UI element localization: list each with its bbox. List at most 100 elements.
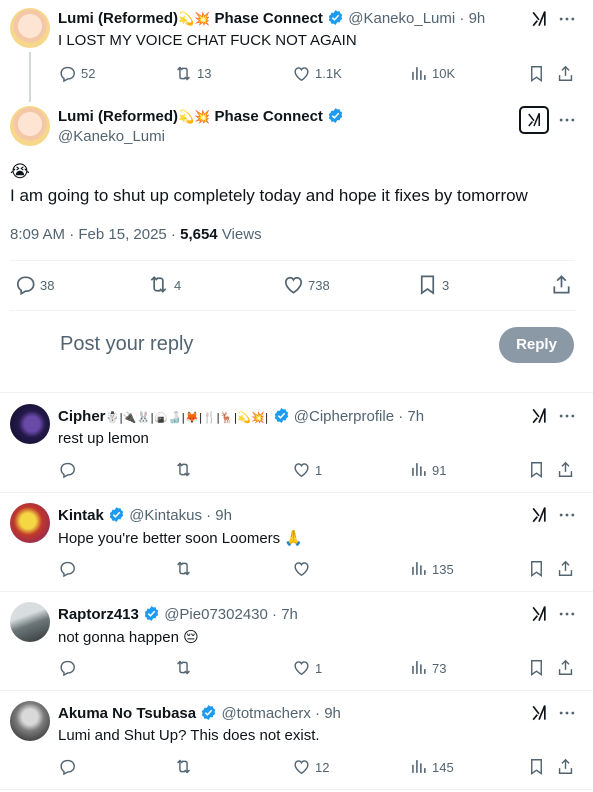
tweet-header: Raptorz413 @Pie07302430 · 7h bbox=[58, 605, 298, 623]
repost-icon[interactable] bbox=[174, 658, 193, 677]
bookmark-icon[interactable] bbox=[527, 460, 546, 479]
tweet-time[interactable]: · 7h bbox=[272, 606, 298, 623]
repost-icon[interactable] bbox=[174, 757, 193, 776]
like-count: 738 bbox=[308, 278, 330, 293]
thread-line bbox=[29, 52, 31, 102]
bookmark-count: 3 bbox=[442, 278, 450, 293]
avatar[interactable] bbox=[10, 106, 50, 146]
like-icon[interactable] bbox=[292, 658, 311, 677]
reply-icon[interactable] bbox=[58, 658, 77, 677]
affiliation-name[interactable]: Phase Connect bbox=[215, 10, 323, 27]
affiliation-name[interactable]: Phase Connect bbox=[215, 108, 323, 125]
tweet-header: Kintak @Kintakus · 9h bbox=[58, 506, 232, 524]
avatar[interactable] bbox=[10, 8, 50, 48]
repost-icon[interactable] bbox=[174, 460, 193, 479]
tweet-text: I am going to shut up completely today a… bbox=[10, 186, 528, 205]
tweet-header: Akuma No Tsubasa @totmacherx · 9h bbox=[58, 704, 341, 722]
repost-icon[interactable] bbox=[147, 273, 170, 296]
reply-icon[interactable] bbox=[14, 273, 37, 296]
like-count: 1 bbox=[315, 661, 323, 676]
bookmark-icon[interactable] bbox=[527, 559, 546, 578]
avatar[interactable] bbox=[10, 701, 50, 741]
like-icon[interactable] bbox=[282, 273, 305, 296]
author-handle[interactable]: @Kaneko_Lumi bbox=[348, 10, 455, 27]
repost-icon[interactable] bbox=[174, 64, 193, 83]
reply-icon[interactable] bbox=[58, 559, 77, 578]
tweet-time[interactable]: · 9h bbox=[315, 705, 341, 722]
share-icon[interactable] bbox=[556, 64, 575, 83]
views-icon[interactable] bbox=[409, 559, 428, 578]
author-name[interactable]: Raptorz413 bbox=[58, 606, 139, 623]
share-icon[interactable] bbox=[556, 757, 575, 776]
more-icon[interactable] bbox=[557, 604, 577, 624]
more-icon[interactable] bbox=[557, 9, 577, 29]
tweet-text: Lumi and Shut Up? This does not exist. bbox=[58, 727, 320, 744]
views-icon[interactable] bbox=[409, 658, 428, 677]
emoji-line: 😭 bbox=[10, 162, 30, 182]
more-icon[interactable] bbox=[557, 406, 577, 426]
bookmark-icon[interactable] bbox=[527, 64, 546, 83]
share-icon[interactable] bbox=[556, 460, 575, 479]
grok-icon[interactable] bbox=[529, 505, 549, 525]
tweet-time[interactable]: · 9h bbox=[206, 507, 232, 524]
name-emojis: ☃️|🔌🐰|🍙🍶|🦊|🍴|🦌|💫💥| bbox=[105, 411, 269, 424]
views-icon[interactable] bbox=[409, 460, 428, 479]
grok-icon[interactable] bbox=[529, 604, 549, 624]
reply-icon[interactable] bbox=[58, 460, 77, 479]
grok-button[interactable] bbox=[519, 106, 549, 134]
reply-icon[interactable] bbox=[58, 64, 77, 83]
author-handle[interactable]: @Pie07302430 bbox=[164, 606, 268, 623]
views-icon[interactable] bbox=[409, 64, 428, 83]
reply-button[interactable]: Reply bbox=[499, 327, 574, 363]
reply-input[interactable]: Post your reply bbox=[60, 333, 193, 356]
more-icon[interactable] bbox=[557, 703, 577, 723]
author-name[interactable]: Akuma No Tsubasa bbox=[58, 705, 196, 722]
author-name[interactable]: Kintak bbox=[58, 507, 104, 524]
tweet-text: not gonna happen 😔 bbox=[58, 628, 199, 646]
author-name[interactable]: Lumi (Reformed) bbox=[58, 10, 178, 27]
reply-icon[interactable] bbox=[58, 757, 77, 776]
author-handle[interactable]: @Kintakus bbox=[129, 507, 202, 524]
tweet-time[interactable]: · 7h bbox=[398, 408, 424, 425]
repost-count: 13 bbox=[197, 66, 212, 81]
views-count: 73 bbox=[432, 661, 447, 676]
views-count: 10K bbox=[432, 66, 456, 81]
name-emojis: 💫💥 bbox=[178, 110, 211, 125]
more-icon[interactable] bbox=[557, 110, 577, 130]
bookmark-icon[interactable] bbox=[416, 273, 439, 296]
like-icon[interactable] bbox=[292, 559, 311, 578]
bookmark-icon[interactable] bbox=[527, 757, 546, 776]
divider bbox=[10, 260, 575, 261]
like-icon[interactable] bbox=[292, 460, 311, 479]
avatar[interactable] bbox=[10, 404, 50, 444]
author-name[interactable]: Cipher bbox=[58, 408, 106, 425]
name-emojis: 💫💥 bbox=[178, 12, 211, 27]
author-handle[interactable]: @totmacherx bbox=[221, 705, 310, 722]
share-icon[interactable] bbox=[556, 559, 575, 578]
grok-icon[interactable] bbox=[529, 406, 549, 426]
views-count: 145 bbox=[432, 760, 454, 775]
bookmark-icon[interactable] bbox=[527, 658, 546, 677]
share-icon[interactable] bbox=[556, 658, 575, 677]
text-emoji: 😔 bbox=[183, 628, 199, 646]
like-icon[interactable] bbox=[292, 757, 311, 776]
views-number: 5,654 bbox=[180, 226, 218, 243]
grok-icon[interactable] bbox=[529, 9, 549, 29]
like-icon[interactable] bbox=[292, 64, 311, 83]
author-handle[interactable]: @Cipherprofile bbox=[294, 408, 394, 425]
like-count: 1 bbox=[315, 463, 323, 478]
verified-icon bbox=[273, 407, 290, 424]
share-icon[interactable] bbox=[550, 273, 573, 296]
more-icon[interactable] bbox=[557, 505, 577, 525]
tweet-timestamp[interactable]: 8:09 AM · Feb 15, 2025 · bbox=[10, 226, 176, 243]
author-handle[interactable]: @Kaneko_Lumi bbox=[58, 128, 165, 145]
avatar[interactable] bbox=[10, 602, 50, 642]
divider bbox=[0, 392, 593, 393]
divider bbox=[0, 591, 593, 592]
author-name[interactable]: Lumi (Reformed) bbox=[58, 108, 178, 125]
repost-icon[interactable] bbox=[174, 559, 193, 578]
avatar[interactable] bbox=[10, 503, 50, 543]
views-icon[interactable] bbox=[409, 757, 428, 776]
tweet-time[interactable]: · 9h bbox=[459, 10, 485, 27]
grok-icon[interactable] bbox=[529, 703, 549, 723]
